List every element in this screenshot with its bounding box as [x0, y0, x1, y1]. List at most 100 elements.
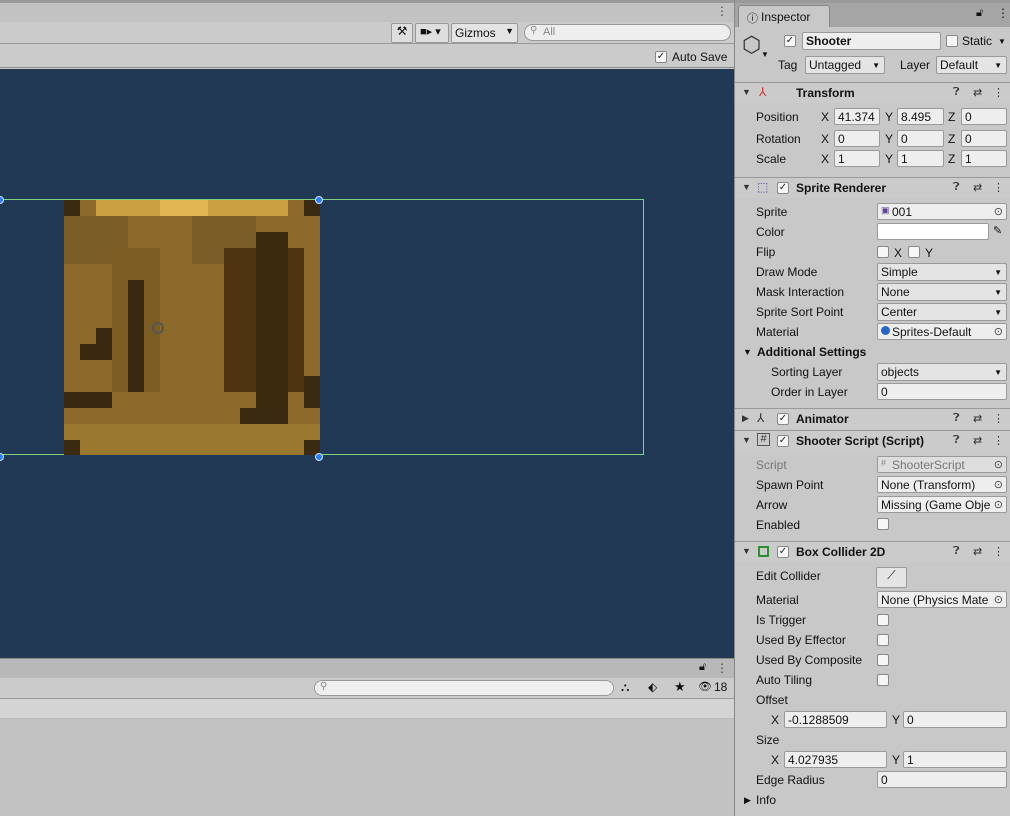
arrow-field[interactable]: Missing (Game Obje ⊙	[877, 496, 1007, 513]
component-menu-icon[interactable]: ⋮	[993, 412, 1004, 425]
rotation-x-field[interactable]: 0	[834, 130, 880, 147]
spawn-point-field[interactable]: None (Transform) ⊙	[877, 476, 1007, 493]
size-y-field[interactable]: 1	[903, 751, 1007, 768]
camera-icon[interactable]: ■▸ ▾	[415, 23, 449, 43]
component-menu-icon[interactable]: ⋮	[993, 181, 1004, 194]
object-picker-icon[interactable]: ⊙	[994, 205, 1003, 218]
help-icon[interactable]: ❓︎	[953, 181, 960, 194]
collider-handle-top-right[interactable]	[315, 196, 323, 204]
offset-x-field[interactable]: -0.1288509	[784, 711, 887, 728]
rotation-y-field[interactable]: 0	[897, 130, 944, 147]
edge-radius-field[interactable]: 0	[877, 771, 1007, 788]
edit-collider-button[interactable]: ⟋	[876, 567, 907, 588]
flip-x-checkbox[interactable]	[877, 246, 889, 258]
tag-dropdown[interactable]: Untagged ▼	[805, 56, 885, 74]
scale-y-field[interactable]: 1	[897, 150, 944, 167]
object-name-field[interactable]: Shooter	[802, 32, 941, 50]
foldout-open-icon[interactable]: ▼	[742, 87, 751, 97]
panel-menu-icon[interactable]: ⋮	[997, 6, 1009, 20]
collider-material-field[interactable]: None (Physics Mate ⊙	[877, 591, 1007, 608]
shooter-script-header[interactable]: ▼ # ✓ Shooter Script (Script) ❓︎ ⇄ ⋮	[735, 430, 1010, 451]
transform-header[interactable]: ▼ ⅄ Transform ❓︎ ⇄ ⋮	[735, 82, 1010, 103]
position-x-field[interactable]: 41.374	[834, 108, 880, 125]
foldout-open-icon[interactable]: ▼	[742, 182, 751, 192]
tab-inspector[interactable]: ⓘ Inspector	[738, 5, 830, 27]
used-by-effector-checkbox[interactable]	[877, 634, 889, 646]
mask-interaction-dropdown[interactable]: None ▼	[877, 283, 1007, 301]
box-collider-header[interactable]: ▼ ✓ Box Collider 2D ❓︎ ⇄ ⋮	[735, 541, 1010, 562]
collider-handle-bottom-right[interactable]	[315, 453, 323, 461]
sprite-renderer-enabled-checkbox[interactable]: ✓	[777, 182, 789, 194]
size-x-field[interactable]: 4.027935	[784, 751, 887, 768]
scene-search-input[interactable]: ⚲ All	[524, 24, 731, 41]
shooter-sprite[interactable]	[64, 200, 320, 455]
used-by-composite-checkbox[interactable]	[877, 654, 889, 666]
foldout-closed-icon[interactable]: ▶	[742, 413, 749, 424]
color-swatch[interactable]	[877, 223, 989, 240]
additional-settings-label[interactable]: Additional Settings	[757, 345, 866, 359]
pivot-icon[interactable]	[152, 322, 164, 334]
collider-handle-bottom-left[interactable]	[0, 453, 4, 461]
panel-menu-icon[interactable]: ⋮	[716, 661, 728, 675]
help-icon[interactable]: ❓︎	[953, 412, 960, 425]
object-picker-icon[interactable]: ⊙	[994, 498, 1003, 511]
auto-save-checkbox[interactable]: ✓	[655, 51, 667, 63]
flip-y-checkbox[interactable]	[908, 246, 920, 258]
active-checkbox[interactable]: ✓	[784, 35, 796, 47]
component-menu-icon[interactable]: ⋮	[993, 434, 1004, 447]
box-collider-enabled-checkbox[interactable]: ✓	[777, 546, 789, 558]
static-checkbox[interactable]	[946, 35, 958, 47]
scale-x-field[interactable]: 1	[834, 150, 880, 167]
filter-label-icon[interactable]: ⬖	[648, 680, 657, 694]
presets-icon[interactable]: ⇄	[973, 545, 982, 558]
help-icon[interactable]: ❓︎	[953, 434, 960, 447]
object-picker-icon[interactable]: ⊙	[994, 593, 1003, 606]
rotation-z-field[interactable]: 0	[961, 130, 1007, 147]
presets-icon[interactable]: ⇄	[973, 412, 982, 425]
order-in-layer-field[interactable]: 0	[877, 383, 1007, 400]
chevron-down-icon[interactable]: ▼	[761, 50, 769, 59]
bottom-search-input[interactable]: ⚲	[314, 680, 614, 696]
auto-tiling-checkbox[interactable]	[877, 674, 889, 686]
foldout-open-icon[interactable]: ▼	[742, 435, 751, 445]
draw-mode-dropdown[interactable]: Simple ▼	[877, 263, 1007, 281]
position-z-field[interactable]: 0	[961, 108, 1007, 125]
component-menu-icon[interactable]: ⋮	[993, 86, 1004, 99]
panel-menu-icon[interactable]: ⋮	[716, 4, 728, 18]
foldout-open-icon[interactable]: ▼	[743, 347, 752, 357]
gizmos-dropdown[interactable]: Gizmos ▼	[451, 23, 518, 43]
position-y-field[interactable]: 8.495	[897, 108, 944, 125]
object-picker-icon[interactable]: ⊙	[994, 325, 1003, 338]
chevron-down-icon[interactable]: ▼	[998, 37, 1006, 46]
foldout-closed-icon[interactable]: ▶	[744, 795, 751, 806]
help-icon[interactable]: ❓︎	[953, 545, 960, 558]
list-item[interactable]	[0, 699, 734, 719]
sprite-renderer-header[interactable]: ▼ ⬚ ✓ Sprite Renderer ❓︎ ⇄ ⋮	[735, 177, 1010, 198]
presets-icon[interactable]: ⇄	[973, 181, 982, 194]
foldout-open-icon[interactable]: ▼	[742, 546, 751, 556]
presets-icon[interactable]: ⇄	[973, 434, 982, 447]
presets-icon[interactable]: ⇄	[973, 86, 982, 99]
help-icon[interactable]: ❓︎	[953, 86, 960, 99]
eyedropper-icon[interactable]: ✎	[993, 224, 1002, 237]
layer-dropdown[interactable]: Default ▼	[936, 56, 1007, 74]
sorting-layer-dropdown[interactable]: objects ▼	[877, 363, 1007, 381]
shooter-script-enabled-checkbox[interactable]: ✓	[777, 435, 789, 447]
offset-y-field[interactable]: 0	[903, 711, 1007, 728]
scale-z-field[interactable]: 1	[961, 150, 1007, 167]
info-foldout-label[interactable]: Info	[756, 793, 776, 807]
enabled-checkbox[interactable]	[877, 518, 889, 530]
favorite-star-icon[interactable]: ★	[674, 679, 686, 695]
sprite-sort-point-dropdown[interactable]: Center ▼	[877, 303, 1007, 321]
is-trigger-checkbox[interactable]	[877, 614, 889, 626]
component-menu-icon[interactable]: ⋮	[993, 545, 1004, 558]
tools-icon[interactable]: ⚒	[391, 23, 413, 43]
sprite-object-field[interactable]: ▣ 001 ⊙	[877, 203, 1007, 220]
lock-icon[interactable]: 🔓︎	[699, 661, 706, 674]
animator-enabled-checkbox[interactable]: ✓	[777, 413, 789, 425]
scene-viewport[interactable]	[0, 69, 734, 658]
static-label[interactable]: Static	[962, 34, 992, 48]
animator-header[interactable]: ▶ ⅄ ✓ Animator ❓︎ ⇄ ⋮	[735, 408, 1010, 429]
material-object-field[interactable]: Sprites-Default ⊙	[877, 323, 1007, 340]
object-picker-icon[interactable]: ⊙	[994, 478, 1003, 491]
